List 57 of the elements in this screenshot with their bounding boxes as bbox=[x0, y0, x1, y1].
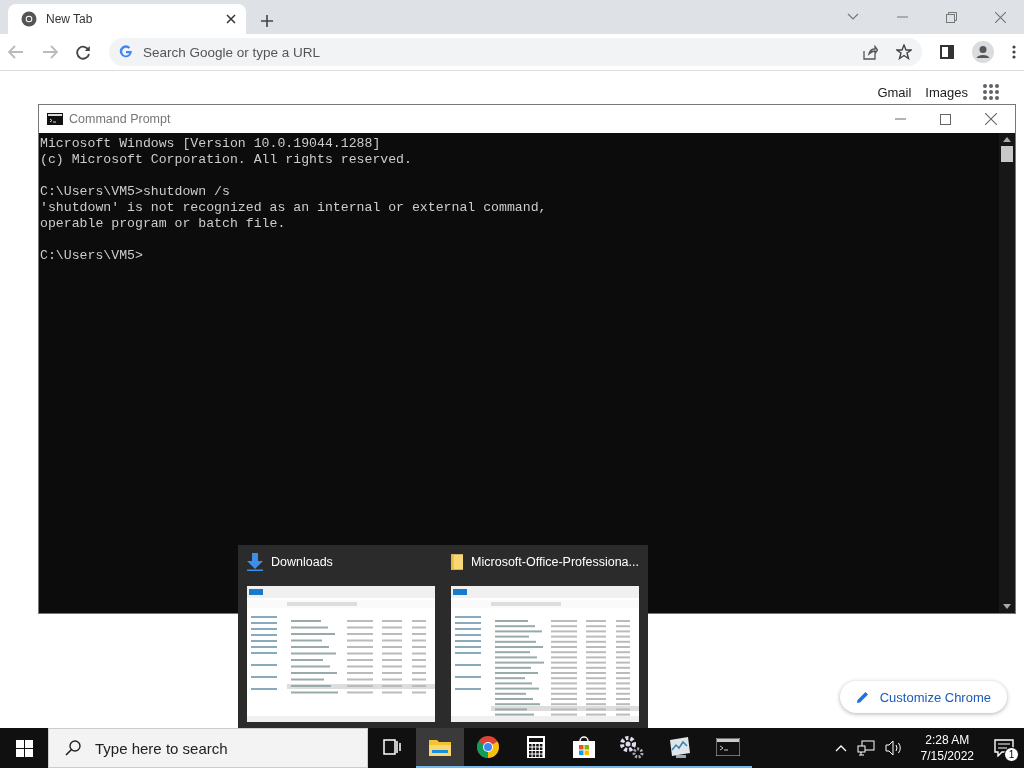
maximize-icon[interactable] bbox=[940, 113, 951, 125]
window-thumbnail[interactable]: Downloads bbox=[247, 545, 435, 728]
task-view-icon bbox=[383, 739, 401, 755]
new-tab-icon[interactable] bbox=[260, 14, 274, 28]
bookmark-star-icon[interactable] bbox=[896, 44, 912, 60]
thumbnail-title: Microsoft-Office-Professiona... bbox=[471, 555, 639, 569]
apps-grid-icon[interactable] bbox=[982, 83, 1000, 101]
console-line: C:\Users\VM5> bbox=[40, 248, 143, 263]
scrollbar-thumb[interactable] bbox=[1001, 146, 1013, 162]
profile-avatar-icon[interactable] bbox=[972, 41, 994, 63]
console-icon bbox=[716, 738, 740, 756]
chrome-logo-icon bbox=[21, 11, 37, 27]
pencil-icon bbox=[855, 690, 870, 704]
taskbar-app-button[interactable] bbox=[416, 728, 464, 768]
notification-count: 1 bbox=[1004, 747, 1019, 762]
clock[interactable]: 2:28 AM 7/15/2022 bbox=[912, 732, 982, 764]
side-panel-icon[interactable] bbox=[940, 45, 954, 59]
top-link[interactable]: Images bbox=[925, 84, 968, 100]
scroll-down-icon[interactable] bbox=[1003, 604, 1011, 609]
search-input[interactable]: Type here to search bbox=[93, 738, 367, 758]
address-bar[interactable]: Search Google or type a URL bbox=[109, 38, 922, 66]
folder-icon bbox=[429, 738, 451, 756]
more-menu-icon[interactable] bbox=[1012, 45, 1016, 59]
chrome-icon bbox=[477, 736, 499, 758]
notification-icon[interactable] bbox=[994, 739, 1014, 757]
download-arrow-icon bbox=[247, 553, 263, 571]
console-line: operable program or batch file. bbox=[40, 216, 286, 231]
customize-chrome-button[interactable]: Customize Chrome bbox=[839, 681, 1007, 713]
top-link[interactable]: Gmail bbox=[877, 84, 912, 100]
chevron-down-icon[interactable] bbox=[847, 13, 859, 21]
thumbnail-title: Downloads bbox=[271, 555, 333, 569]
browser-tab[interactable]: New Tab bbox=[8, 4, 246, 34]
console-line: (c) Microsoft Corporation. All rights reserved. bbox=[40, 152, 412, 167]
volume-icon[interactable] bbox=[884, 740, 903, 756]
store-bag-icon bbox=[573, 736, 595, 758]
network-icon[interactable] bbox=[856, 740, 875, 756]
reload-icon[interactable] bbox=[76, 44, 91, 60]
window-thumbnail[interactable]: Microsoft-Office-Professiona... bbox=[451, 545, 639, 728]
address-field[interactable]: Search Google or type a URL bbox=[141, 43, 854, 61]
google-logo-icon bbox=[119, 45, 133, 59]
search-icon bbox=[65, 740, 81, 756]
restore-icon[interactable] bbox=[946, 11, 957, 23]
scroll-up-icon[interactable] bbox=[1003, 137, 1011, 142]
console-line: 'shutdown' is not recognized as an internal or external command, bbox=[40, 200, 547, 215]
calculator-icon bbox=[527, 736, 545, 758]
taskbar-search-field[interactable]: Type here to search bbox=[48, 728, 368, 768]
gear-icon bbox=[619, 735, 645, 759]
console-icon bbox=[47, 113, 63, 125]
console-line: C:\Users\VM5>shutdown /s bbox=[40, 184, 230, 199]
monitor-icon bbox=[668, 736, 692, 758]
close-icon[interactable] bbox=[226, 14, 236, 24]
console-line: Microsoft Windows [Version 10.0.19044.1288] bbox=[40, 136, 381, 151]
share-icon[interactable] bbox=[862, 44, 878, 60]
chevron-up-icon[interactable] bbox=[834, 744, 847, 752]
window-title: Command Prompt bbox=[69, 112, 171, 126]
folder-icon bbox=[451, 553, 464, 571]
windows-start-icon[interactable] bbox=[15, 739, 33, 757]
